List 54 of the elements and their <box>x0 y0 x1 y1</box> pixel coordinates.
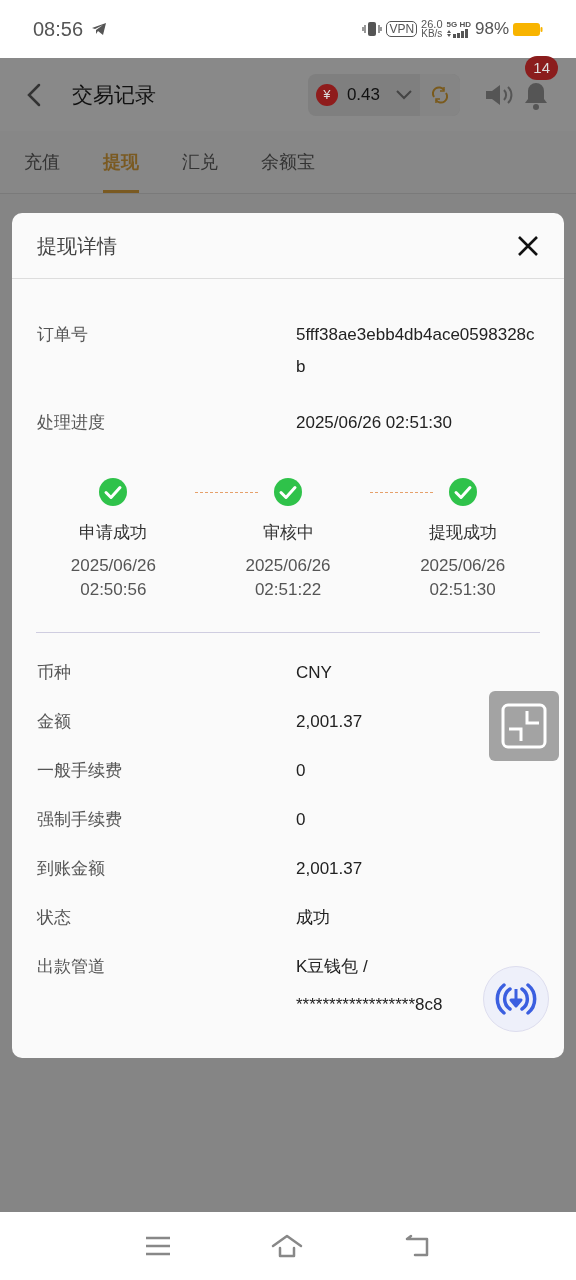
field-value: K豆钱包 / <box>296 955 369 978</box>
step-date: 2025/06/26 <box>420 554 506 577</box>
step-label: 申请成功 <box>79 522 148 544</box>
vpn-badge: VPN <box>386 21 418 37</box>
field-value: ******************8c8 <box>296 993 443 1016</box>
step-label: 提现成功 <box>428 522 497 544</box>
refresh-icon[interactable] <box>430 84 450 105</box>
back-icon[interactable] <box>403 1234 431 1258</box>
balance-selector[interactable]: ¥ 0.43 <box>307 73 460 116</box>
chevron-down-icon <box>396 89 412 100</box>
battery-percent: 98% <box>474 18 509 41</box>
field-label: 订单号 <box>37 324 89 346</box>
tab[interactable]: 余额宝 <box>261 149 315 193</box>
field-label: 处理进度 <box>37 412 106 434</box>
tab[interactable]: 汇兑 <box>182 149 218 193</box>
net-speed: 26.0 <box>421 19 443 29</box>
page-title: 交易记录 <box>72 81 156 108</box>
field-value: 2,001.37 <box>296 710 363 733</box>
tab[interactable]: 充值 <box>24 149 60 193</box>
field-value: 0 <box>296 759 306 782</box>
floating-window-button[interactable] <box>489 691 559 761</box>
field-label: 出款管道 <box>37 955 106 978</box>
field-label: 强制手续费 <box>37 808 123 831</box>
currency-icon: ¥ <box>315 83 338 106</box>
step-time: 02:51:30 <box>429 578 496 601</box>
home-icon[interactable] <box>271 1234 303 1258</box>
resize-icon <box>501 703 547 749</box>
status-time: 08:56 <box>33 17 84 42</box>
field-value: 5fff38ae3ebb4db4ace0598328cb <box>296 324 536 378</box>
field-label: 金额 <box>37 710 72 733</box>
step-label: 审核中 <box>262 522 314 544</box>
close-icon[interactable] <box>517 234 539 257</box>
field-label: 币种 <box>37 661 72 684</box>
step-time: 02:51:22 <box>254 578 322 601</box>
step-time: 02:50:56 <box>80 578 147 601</box>
vibrate-icon <box>362 21 383 37</box>
signal-icon <box>446 29 471 38</box>
field-value: 0 <box>296 808 306 831</box>
field-value: 成功 <box>296 906 330 929</box>
paper-plane-icon <box>91 22 108 36</box>
field-label: 状态 <box>37 906 72 929</box>
dialog-title: 提现详情 <box>37 233 117 259</box>
field-label: 一般手续费 <box>37 759 123 782</box>
network-type: 5G HD <box>446 20 471 29</box>
field-value: CNY <box>296 661 332 684</box>
step-date: 2025/06/26 <box>70 554 156 577</box>
menu-icon[interactable] <box>145 1236 171 1256</box>
step-date: 2025/06/26 <box>245 554 331 577</box>
field-label: 到账金额 <box>37 857 106 880</box>
balance-amount: 0.43 <box>346 83 380 106</box>
field-value: 2,001.37 <box>296 857 363 880</box>
field-value: 2025/06/26 02:51:30 <box>296 412 453 434</box>
battery-icon <box>513 21 543 37</box>
net-speed-unit: KB/s <box>421 29 443 39</box>
